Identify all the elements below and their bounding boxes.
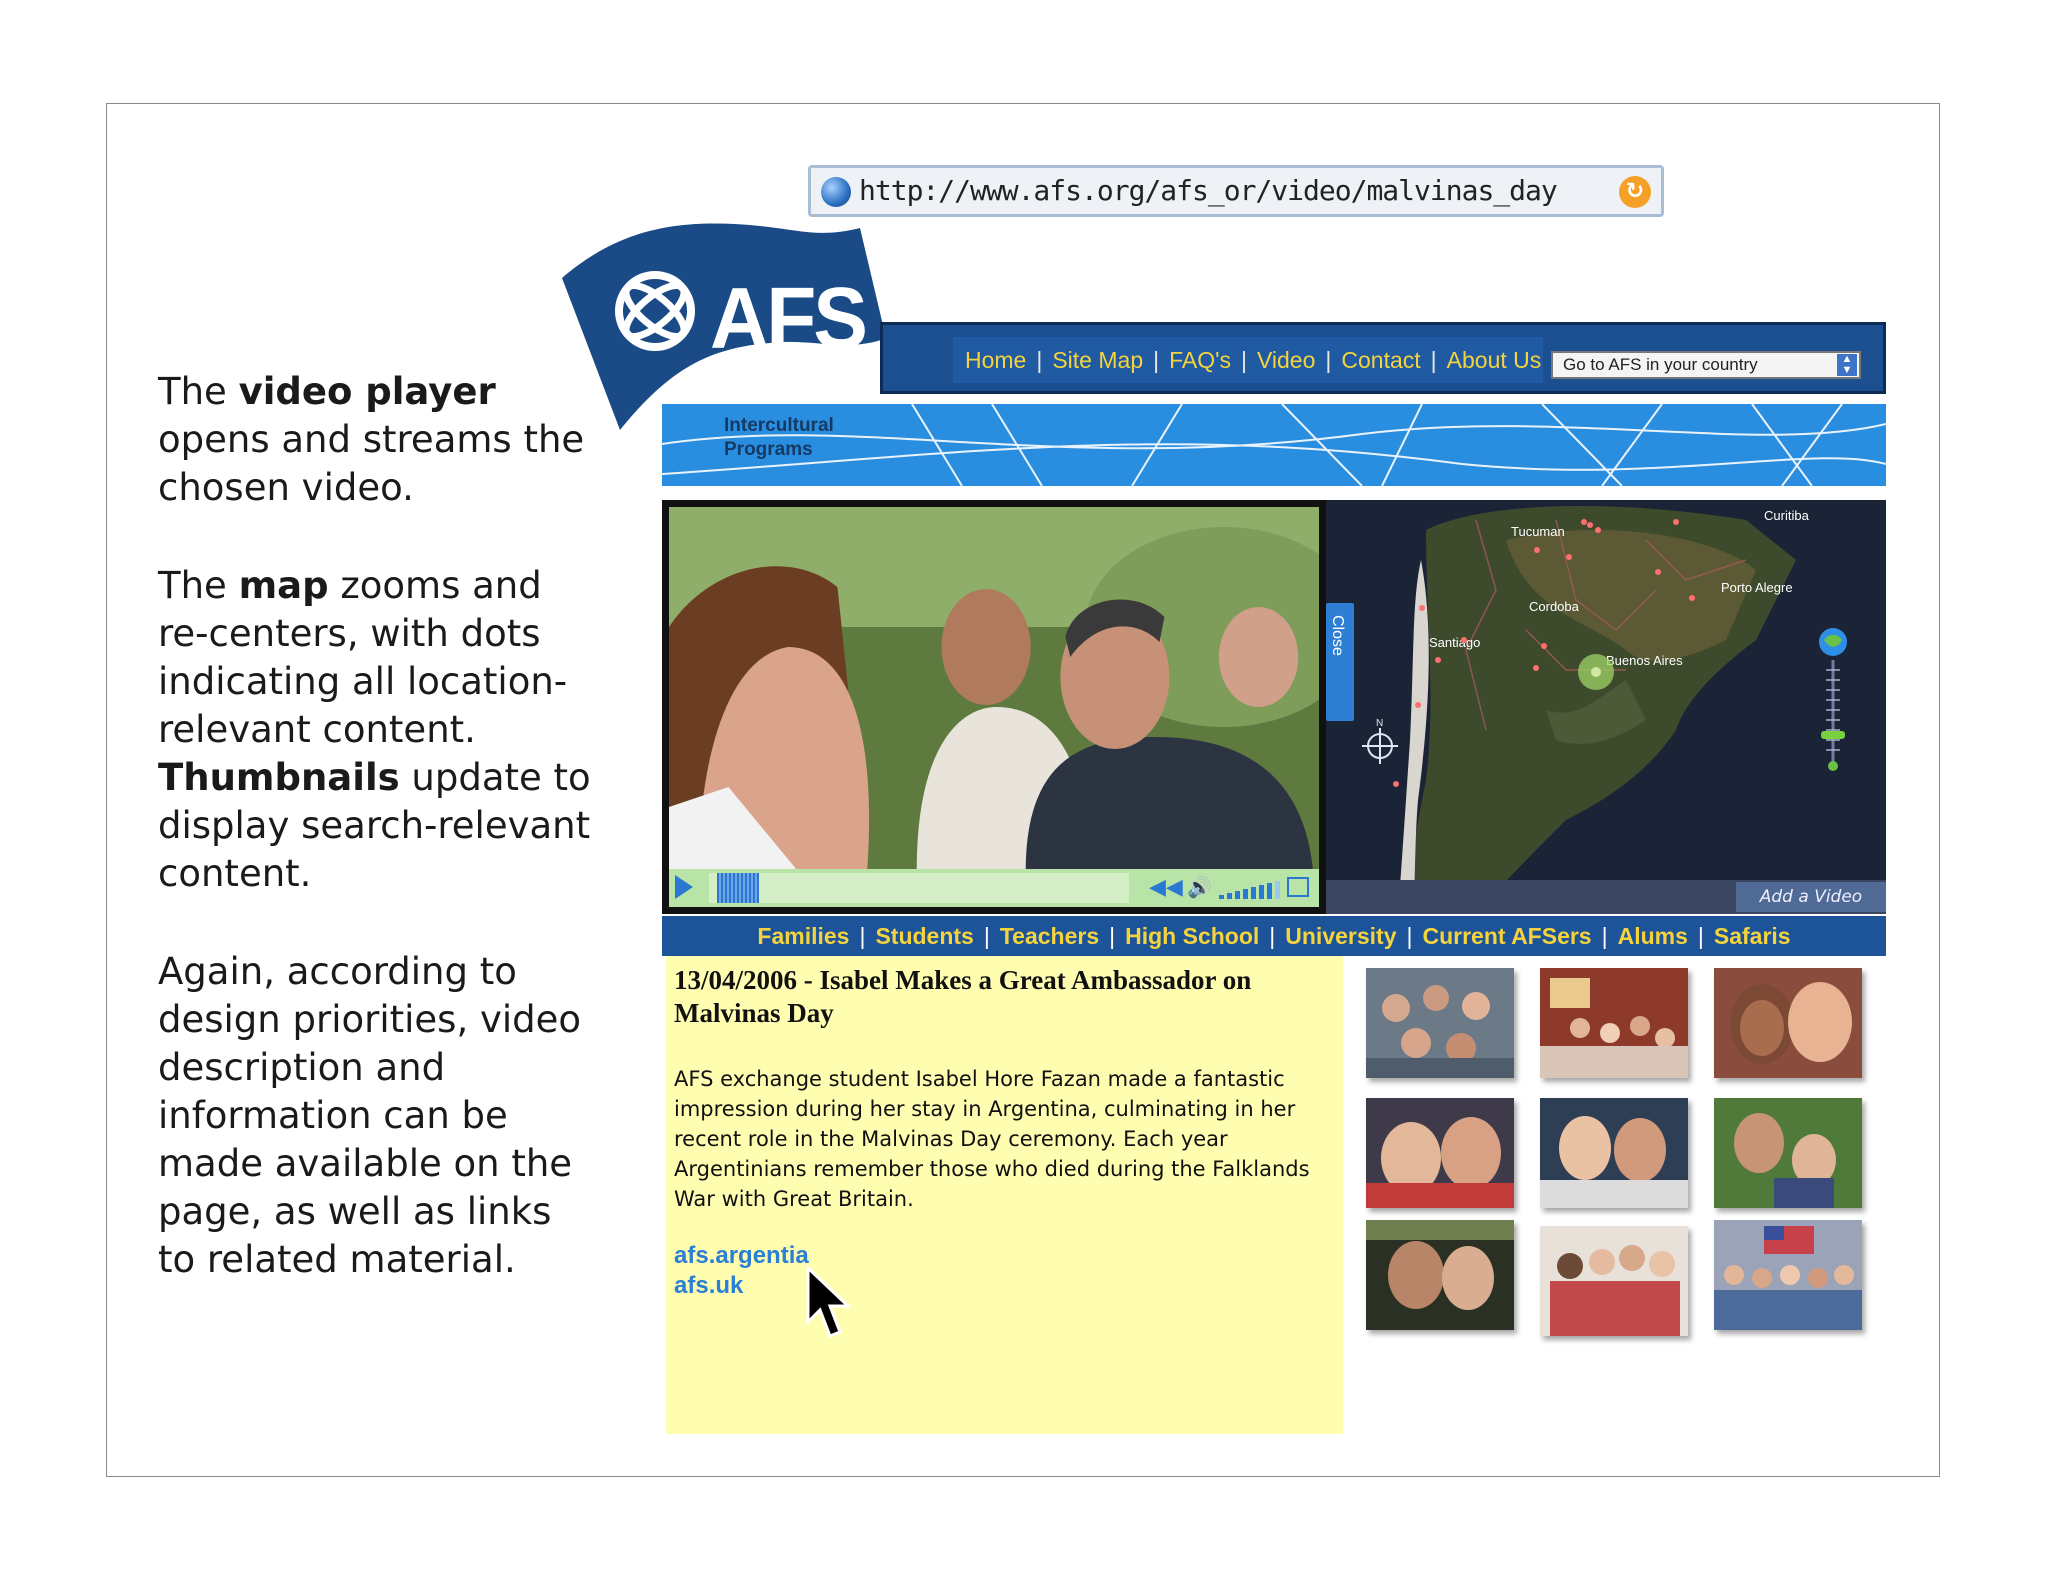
video-title: 13/04/2006 - Isabel Makes a Great Ambass… — [674, 965, 1252, 1028]
nav-separator: | — [1109, 922, 1116, 949]
nav-separator: | — [1153, 346, 1160, 373]
nav-video[interactable]: Video — [1257, 347, 1315, 374]
thumbnail-video[interactable] — [1540, 1098, 1688, 1208]
map-label-cordoba: Cordoba — [1529, 599, 1580, 614]
cat-current-afsers[interactable]: Current AFSers — [1422, 923, 1591, 950]
related-link-uk[interactable]: afs.uk — [674, 1272, 743, 1300]
seek-track[interactable] — [709, 873, 1129, 903]
cat-university[interactable]: University — [1285, 923, 1396, 950]
cat-high-school[interactable]: High School — [1125, 923, 1259, 950]
video-description-panel: 13/04/2006 - Isabel Makes a Great Ambass… — [666, 956, 1343, 1434]
globe-icon — [821, 177, 851, 207]
nav-separator: | — [1325, 346, 1332, 373]
caption-video-player: The video player opens and streams the c… — [158, 370, 585, 509]
nav-about-us[interactable]: About Us — [1447, 347, 1542, 374]
rewind-icon[interactable]: ◀◀ — [1149, 875, 1183, 900]
banner-lines — [662, 404, 1886, 486]
nav-separator: | — [1406, 922, 1413, 949]
thumbnail-video[interactable] — [1540, 968, 1688, 1078]
location-map[interactable]: Curitiba Tucuman Porto Alegre Cordoba Sa… — [1326, 500, 1886, 914]
nav-separator: | — [859, 922, 866, 949]
compass-north-label: N — [1376, 718, 1383, 729]
nav-home[interactable]: Home — [965, 347, 1026, 374]
thumbnail-video[interactable] — [1540, 1226, 1688, 1336]
thumbnail-video[interactable] — [1366, 1098, 1514, 1208]
nav-contact[interactable]: Contact — [1341, 347, 1420, 374]
category-nav: Families | Students | Teachers | High Schoo… — [662, 916, 1886, 956]
cat-alums[interactable]: Alums — [1618, 923, 1688, 950]
top-nav-bar: Home | Site Map | FAQ's | Video | Contact | A… — [880, 322, 1886, 394]
mouse-cursor-icon — [806, 1266, 852, 1338]
address-bar[interactable]: http://www.afs.org/afs_or/video/malvinas… — [808, 165, 1664, 217]
country-select-value: Go to AFS in your country — [1563, 355, 1758, 374]
nav-faqs[interactable]: FAQ's — [1169, 347, 1231, 374]
video-frame[interactable] — [669, 507, 1319, 871]
map-label-santiago: Santiago — [1429, 635, 1480, 650]
map-label-buenos-aires: Buenos Aires — [1606, 653, 1683, 668]
afs-globe-icon — [610, 266, 700, 356]
map-label-porto-alegre: Porto Alegre — [1721, 580, 1793, 595]
video-controls: ◀◀ 🔊 — [669, 869, 1319, 907]
play-icon[interactable] — [675, 875, 693, 899]
thumbnail-video[interactable] — [1366, 1220, 1514, 1330]
nav-separator: | — [1036, 346, 1043, 373]
top-nav-links: Home | Site Map | FAQ's | Video | Contact | A… — [953, 337, 1543, 383]
nav-site-map[interactable]: Site Map — [1052, 347, 1143, 374]
select-arrows-icon: ▲ ▼ — [1837, 354, 1857, 376]
map-label-tucuman: Tucuman — [1511, 524, 1565, 539]
url-text[interactable]: http://www.afs.org/afs_or/video/malvinas… — [859, 174, 1558, 207]
nav-separator: | — [1430, 346, 1437, 373]
nav-separator: | — [1601, 922, 1608, 949]
country-select[interactable]: Go to AFS in your country ▲ ▼ — [1551, 351, 1861, 379]
reload-icon[interactable]: ↻ — [1619, 176, 1651, 208]
zoom-slider-handle — [1821, 731, 1845, 739]
afs-logo-text: AFS — [710, 270, 868, 367]
logo-tagline: Intercultural Programs — [724, 415, 834, 460]
cat-teachers[interactable]: Teachers — [1000, 923, 1099, 950]
fullscreen-icon[interactable] — [1287, 877, 1309, 897]
caption-description: Again, according to design priorities, v… — [158, 950, 582, 1281]
video-description-text: AFS exchange student Isabel Hore Fazan m… — [674, 1067, 1310, 1211]
cat-students[interactable]: Students — [875, 923, 973, 950]
nav-separator: | — [1269, 922, 1276, 949]
nav-separator: | — [983, 922, 990, 949]
header-banner: Intercultural Programs — [662, 404, 1886, 486]
volume-icon[interactable]: 🔊 — [1187, 875, 1212, 899]
related-link-argentina[interactable]: afs.argentia — [674, 1242, 809, 1270]
volume-level-bars[interactable] — [1219, 879, 1285, 899]
cat-families[interactable]: Families — [757, 923, 849, 950]
cat-safaris[interactable]: Safaris — [1714, 923, 1791, 950]
thumbnail-video[interactable] — [1366, 968, 1514, 1078]
thumbnail-video[interactable] — [1714, 1098, 1862, 1208]
nav-separator: | — [1241, 346, 1247, 373]
thumbnail-video[interactable] — [1714, 1220, 1862, 1330]
map-label-curitiba: Curitiba — [1764, 508, 1810, 523]
video-player[interactable]: ◀◀ 🔊 — [662, 500, 1326, 914]
seek-progress[interactable] — [717, 873, 759, 903]
map-close-tab[interactable]: Close — [1326, 603, 1354, 721]
caption-map: The map zooms and re-centers, with dots … — [158, 564, 591, 895]
nav-separator: | — [1697, 922, 1704, 949]
add-video-button[interactable]: Add a Video — [1736, 882, 1886, 912]
thumbnail-video[interactable] — [1714, 968, 1862, 1078]
